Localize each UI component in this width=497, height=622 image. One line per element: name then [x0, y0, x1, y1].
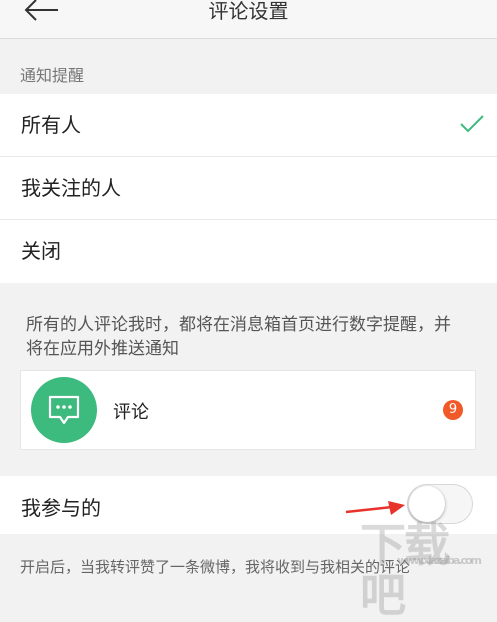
option-label: 关闭 — [21, 239, 61, 263]
notify-description: 所有的人评论我时，都将在消息箱首页进行数字提醒，并将在应用外推送通知 — [26, 315, 451, 359]
page-title: 评论设置 — [208, 0, 289, 23]
red-arrow-icon — [345, 501, 405, 515]
section-label-notify: 通知提醒 — [20, 66, 85, 85]
notification-badge: 9 — [443, 400, 463, 420]
watermark-logo: 下载吧 www.xiazaiba.com — [360, 520, 490, 620]
toggle-knob — [409, 486, 445, 522]
option-following[interactable]: 我关注的人 — [0, 157, 497, 220]
notification-label: 评论 — [113, 402, 149, 423]
participate-label: 我参与的 — [21, 496, 101, 520]
option-off[interactable]: 关闭 — [0, 220, 497, 283]
notify-options-list: 所有人 我关注的人 关闭 — [0, 94, 497, 283]
check-icon — [460, 115, 484, 133]
option-everyone[interactable]: 所有人 — [0, 94, 497, 157]
notification-preview: 评论 9 — [20, 370, 476, 450]
option-label: 我关注的人 — [21, 176, 121, 200]
option-label: 所有人 — [21, 113, 81, 137]
watermark-url: www.xiazaiba.com — [397, 554, 482, 567]
participate-description: 开启后，当我转评赞了一条微博，我将收到与我相关的评论 — [20, 558, 411, 576]
chat-bubble-icon — [31, 377, 97, 443]
header-bar: 评论设置 — [0, 0, 497, 39]
